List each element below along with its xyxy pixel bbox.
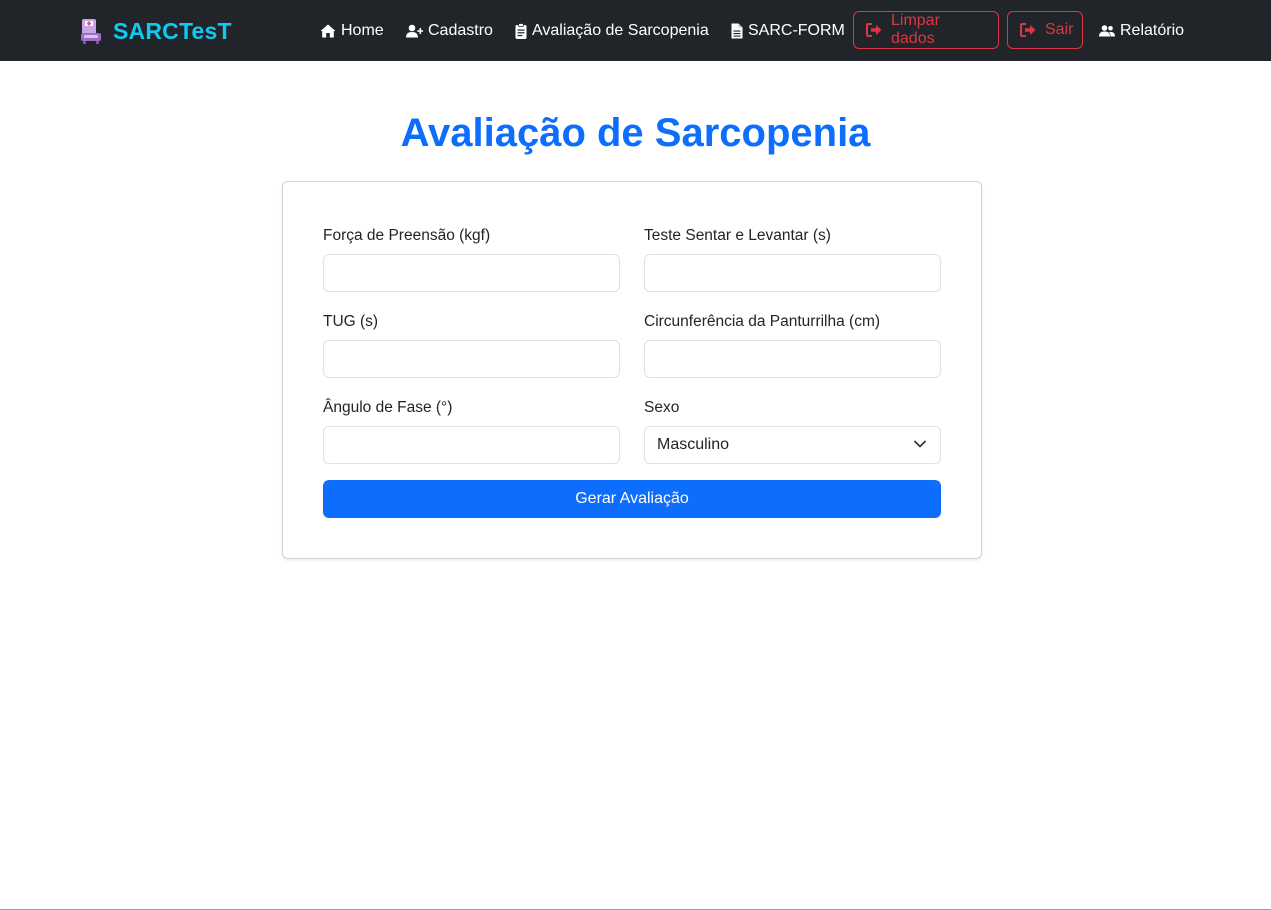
file-icon — [731, 23, 743, 38]
user-plus-icon — [406, 24, 423, 37]
nav-avaliacao-label: Avaliação de Sarcopenia — [532, 21, 709, 39]
chevron-down-icon — [914, 440, 926, 448]
sexo-selected-value: Masculino — [657, 436, 730, 453]
angulo-fase-label: Ângulo de Fase (°) — [323, 399, 453, 416]
sair-button[interactable]: Sair — [1007, 11, 1083, 49]
nav-sarc-form-label: SARC-FORM — [748, 21, 845, 39]
sair-label: Sair — [1045, 21, 1074, 38]
tug-input[interactable] — [323, 340, 620, 378]
gerar-avaliacao-button[interactable]: Gerar Avaliação — [323, 480, 941, 518]
sexo-label: Sexo — [644, 399, 680, 416]
nav-home-label: Home — [341, 21, 384, 39]
angulo-fase-input[interactable] — [323, 426, 620, 464]
sign-out-icon — [866, 23, 882, 37]
sentar-levantar-input[interactable] — [644, 254, 941, 292]
nav-cadastro-label: Cadastro — [428, 21, 493, 39]
circunferencia-panturrilha-label: Circunferência da Panturrilha (cm) — [644, 313, 881, 330]
sentar-levantar-label: Teste Sentar e Levantar (s) — [644, 227, 831, 244]
nav-home[interactable]: Home — [320, 0, 384, 61]
nav-avaliacao[interactable]: Avaliação de Sarcopenia — [515, 0, 709, 61]
page-title: Avaliação de Sarcopenia — [400, 111, 871, 155]
sign-out-icon — [1020, 23, 1036, 37]
circunferencia-panturrilha-input[interactable] — [644, 340, 941, 378]
forca-preensao-input[interactable] — [323, 254, 620, 292]
users-icon — [1099, 24, 1115, 36]
evaluation-form-card: Força de Preensão (kgf) Teste Sentar e L… — [282, 181, 982, 559]
nav-sarc-form[interactable]: SARC-FORM — [731, 0, 845, 61]
home-icon — [320, 24, 336, 37]
gerar-avaliacao-label: Gerar Avaliação — [575, 490, 689, 507]
limpar-dados-label: Limpar dados — [891, 12, 940, 47]
nav-cadastro[interactable]: Cadastro — [406, 0, 493, 61]
navbar: SARCTesT Home Cadastro Avaliação de Sarc… — [0, 0, 1271, 61]
brand-link[interactable]: SARCTesT — [80, 17, 232, 45]
brand-name: SARCTesT — [113, 17, 232, 44]
limpar-dados-button[interactable]: Limpar dados — [853, 11, 999, 49]
nav-relatorio-label: Relatório — [1120, 21, 1185, 39]
hospital-bed-icon — [81, 19, 101, 44]
nav-relatorio[interactable]: Relatório — [1099, 0, 1184, 61]
sexo-select[interactable]: Masculino — [644, 426, 941, 464]
forca-preensao-label: Força de Preensão (kgf) — [323, 227, 491, 244]
tug-label: TUG (s) — [323, 313, 379, 330]
clipboard-icon — [515, 22, 527, 39]
